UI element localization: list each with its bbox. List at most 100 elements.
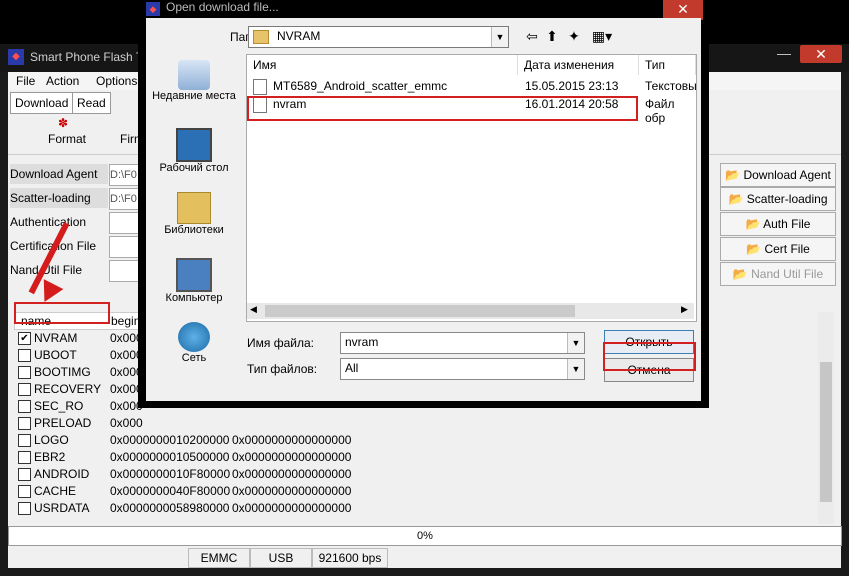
row-checkbox[interactable] bbox=[18, 485, 31, 498]
chevron-down-icon[interactable]: ▼ bbox=[567, 333, 584, 353]
row-name: USRDATA bbox=[34, 501, 90, 515]
desktop-icon bbox=[176, 128, 212, 162]
table-row[interactable]: CACHE 0x0000000040F80000 0x000000000000000… bbox=[14, 483, 826, 500]
file-list: Имя Дата изменения Тип ◀ ▶ MT6589_Androi… bbox=[246, 54, 697, 322]
new-folder-icon[interactable]: ✦ bbox=[564, 26, 584, 46]
scroll-right-icon[interactable]: ▶ bbox=[681, 304, 688, 315]
open-button-highlight-box bbox=[603, 342, 696, 371]
file-date: 15.05.2015 23:13 bbox=[525, 79, 619, 93]
status-port: USB bbox=[250, 548, 312, 568]
chevron-down-icon[interactable]: ▼ bbox=[491, 27, 508, 47]
row-checkbox[interactable] bbox=[18, 417, 31, 430]
row-name: EBR2 bbox=[34, 450, 66, 464]
row-name: UBOOT bbox=[34, 348, 77, 362]
computer-icon bbox=[176, 258, 212, 292]
table-row[interactable]: ANDROID 0x0000000010F80000 0x0000000000000… bbox=[14, 466, 826, 483]
file-row[interactable]: MT6589_Android_scatter_emmc 15.05.2015 23… bbox=[249, 77, 697, 95]
back-icon[interactable]: ⇦ bbox=[522, 26, 542, 46]
row-name: ANDROID bbox=[34, 467, 90, 481]
menu-file[interactable]: File bbox=[16, 74, 35, 88]
scatter-loading-button-label: Scatter-loading bbox=[746, 192, 828, 206]
table-row[interactable]: LOGO 0x0000000010200000 0x0000000000000000 bbox=[14, 432, 826, 449]
place-recent-label: Недавние места bbox=[152, 90, 236, 102]
file-type: Файл обр bbox=[645, 97, 675, 125]
chevron-down-icon[interactable]: ▼ bbox=[567, 359, 584, 379]
row-checkbox[interactable] bbox=[18, 366, 31, 379]
minimize-icon[interactable]: — bbox=[770, 45, 798, 63]
menu-options[interactable]: Options bbox=[96, 74, 137, 88]
tab-download[interactable]: Download bbox=[10, 92, 74, 114]
place-desktop[interactable]: Рабочий стол bbox=[146, 128, 242, 174]
nvram-file-highlight-box bbox=[247, 96, 638, 121]
filename-value: nvram bbox=[345, 335, 379, 349]
col-header-name[interactable]: Имя bbox=[247, 55, 518, 75]
row-end-address: 0x0000000000000000 bbox=[232, 501, 352, 515]
folder-combo[interactable]: NVRAM ▼ bbox=[248, 26, 509, 48]
folder-value: NVRAM bbox=[277, 29, 321, 43]
file-icon bbox=[253, 79, 267, 95]
tab-read-back[interactable]: Read back bbox=[72, 92, 111, 130]
auth-file-button[interactable]: 📂 Auth File bbox=[720, 212, 836, 236]
row-checkbox[interactable] bbox=[18, 349, 31, 362]
download-agent-button[interactable]: 📂 Download Agent bbox=[720, 163, 836, 187]
row-end-address: 0x0000000000000000 bbox=[232, 467, 352, 481]
col-begin[interactable]: begin bbox=[111, 313, 140, 329]
app-logo-icon: ◆ bbox=[8, 49, 24, 65]
file-type: Текстовы bbox=[645, 79, 697, 93]
scatter-loading-button[interactable]: 📂 Scatter-loading bbox=[720, 187, 836, 211]
col-header-type[interactable]: Тип bbox=[639, 55, 696, 75]
dialog-title: Open download file... bbox=[166, 0, 279, 14]
cert-file-button[interactable]: 📂 Cert File bbox=[720, 237, 836, 261]
cert-file-button-label: Cert File bbox=[764, 242, 810, 256]
place-recent[interactable]: Недавние места bbox=[146, 60, 242, 102]
table-row[interactable]: PRELOAD 0x000 bbox=[14, 415, 826, 432]
row-checkbox[interactable] bbox=[18, 383, 31, 396]
row-checkbox[interactable] bbox=[18, 400, 31, 413]
row-name: SEC_RO bbox=[34, 399, 84, 413]
row-name: CACHE bbox=[34, 484, 77, 498]
place-libraries-label: Библиотеки bbox=[164, 224, 224, 236]
dialog-app-icon: ◆ bbox=[146, 2, 160, 16]
col-header-date[interactable]: Дата изменения bbox=[518, 55, 639, 75]
open-file-dialog: ◆ Open download file... ✕ Папка: NVRAM ▼… bbox=[138, 0, 709, 408]
place-computer[interactable]: Компьютер bbox=[146, 258, 242, 304]
auth-file-button-label: Auth File bbox=[763, 217, 811, 231]
nand-util-label: Nand Util File bbox=[10, 260, 108, 280]
row-checkbox[interactable] bbox=[18, 451, 31, 464]
place-computer-label: Компьютер bbox=[165, 292, 223, 304]
nvram-highlight-box bbox=[14, 302, 110, 324]
row-begin-address: 0x000 bbox=[110, 416, 143, 430]
place-network[interactable]: Сеть bbox=[146, 322, 242, 364]
row-checkbox[interactable] bbox=[18, 502, 31, 515]
filetype-select[interactable]: All ▼ bbox=[340, 358, 585, 380]
row-begin-address: 0x0000000040F80000 bbox=[110, 484, 231, 498]
filename-input[interactable]: nvram ▼ bbox=[340, 332, 585, 354]
row-end-address: 0x0000000000000000 bbox=[232, 433, 352, 447]
app-close-button[interactable]: ✕ bbox=[800, 45, 842, 63]
place-libraries[interactable]: Библиотеки bbox=[146, 192, 242, 236]
up-folder-icon[interactable]: ⬆ bbox=[542, 26, 562, 46]
menu-action[interactable]: Action bbox=[46, 74, 79, 88]
table-row[interactable]: USRDATA 0x0000000058980000 0x0000000000000… bbox=[14, 500, 826, 517]
row-begin-address: 0x0000000010200000 bbox=[110, 433, 230, 447]
scroll-left-icon[interactable]: ◀ bbox=[250, 304, 257, 315]
nand-util-button-label: Nand Util File bbox=[751, 267, 824, 281]
format-button[interactable]: Format bbox=[48, 132, 86, 146]
row-name: RECOVERY bbox=[34, 382, 102, 396]
libraries-icon bbox=[177, 192, 211, 224]
row-begin-address: 0x0000000010500000 bbox=[110, 450, 230, 464]
row-name: LOGO bbox=[34, 433, 69, 447]
horizontal-scrollbar-thumb[interactable] bbox=[265, 305, 575, 317]
row-checkbox[interactable] bbox=[18, 468, 31, 481]
nand-util-button[interactable]: 📂 Nand Util File bbox=[720, 262, 836, 286]
status-baud: 921600 bps bbox=[312, 548, 388, 568]
row-checkbox[interactable]: ✔ bbox=[18, 332, 31, 345]
filetype-label: Тип файлов: bbox=[247, 362, 318, 376]
row-begin-address: 0x0000000010F80000 bbox=[110, 467, 231, 481]
format-icon[interactable]: ✽ bbox=[56, 116, 70, 130]
dialog-close-button[interactable]: ✕ bbox=[663, 0, 703, 20]
view-menu-icon[interactable]: ▦▾ bbox=[588, 26, 616, 46]
scatter-file-label: Scatter-loading File bbox=[10, 188, 108, 225]
table-row[interactable]: EBR2 0x0000000010500000 0x0000000000000000 bbox=[14, 449, 826, 466]
row-checkbox[interactable] bbox=[18, 434, 31, 447]
